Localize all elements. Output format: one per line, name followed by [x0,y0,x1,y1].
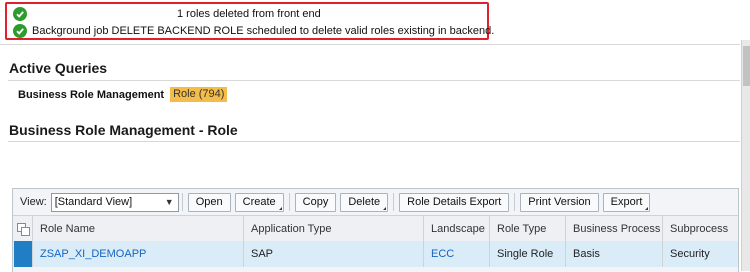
divider [8,141,740,142]
table-toolbar: View: [Standard View] ▼ Open Create Copy… [13,189,738,215]
message-row: 1 roles deleted from front end [7,5,487,22]
view-dropdown[interactable]: [Standard View] ▼ [50,192,179,212]
cell-role-type: Single Role [490,241,566,267]
column-header-landscape[interactable]: Landscape [424,216,490,241]
role-table: View: [Standard View] ▼ Open Create Copy… [12,188,739,272]
open-button[interactable]: Open [187,192,231,212]
export-button[interactable]: Export [602,192,651,212]
chevron-down-icon: ▼ [164,196,174,207]
column-header-subprocess[interactable]: Subprocess [663,216,738,241]
table-title: Business Role Management - Role [9,122,238,138]
success-check-icon [13,6,27,21]
view-label: View: [20,196,47,208]
role-name-link[interactable]: ZSAP_XI_DEMOAPP [40,248,146,260]
scrollbar-thumb[interactable] [743,46,750,86]
table-header: Role Name Application Type Landscape Rol… [13,215,738,242]
column-settings-button[interactable] [13,216,33,241]
message-text: 1 roles deleted from front end [177,7,321,20]
cell-application-type: SAP [244,241,424,267]
role-details-export-button[interactable]: Role Details Export [399,192,510,212]
column-header-business-process[interactable]: Business Process [566,216,663,241]
column-header-application-type[interactable]: Application Type [244,216,424,241]
vertical-scrollbar[interactable] [741,40,750,271]
message-text: Background job DELETE BACKEND ROLE sched… [32,24,495,37]
cell-role-name: ZSAP_XI_DEMOAPP [33,241,244,267]
landscape-link[interactable]: ECC [431,248,454,260]
delete-button[interactable]: Delete [340,192,389,212]
query-category-label: Business Role Management [18,88,165,101]
cell-subprocess: Security [670,248,710,260]
menu-arrow-icon [645,206,649,210]
divider [8,80,740,81]
view-dropdown-value: [Standard View] [54,196,133,208]
menu-arrow-icon [278,206,282,210]
print-version-button[interactable]: Print Version [520,192,599,212]
delete-button-label: Delete [348,196,381,208]
divider [0,44,740,45]
column-header-role-type[interactable]: Role Type [490,216,566,241]
message-row: Background job DELETE BACKEND ROLE sched… [7,22,494,39]
table-row[interactable]: ZSAP_XI_DEMOAPP SAP ECC Single Role Basi… [13,241,738,267]
row-selected-marker [13,241,32,267]
copy-button[interactable]: Copy [294,192,337,212]
column-header-role-name[interactable]: Role Name [33,216,244,241]
toolbar-separator [181,193,183,211]
menu-arrow-icon [383,206,387,210]
active-queries-title: Active Queries [9,60,108,76]
success-check-icon [13,23,27,38]
cell-landscape: ECC [424,241,490,267]
active-query: Business Role Management Role (794) [18,87,228,102]
query-role-link[interactable]: Role (794) [170,87,228,102]
toolbar-separator [393,193,395,211]
create-button-label: Create [242,196,276,208]
toolbar-separator [288,193,290,211]
table-settings-icon [16,222,30,236]
toolbar-separator [514,193,516,211]
create-button[interactable]: Create [234,192,284,212]
row-selector[interactable] [13,241,33,267]
message-area: 1 roles deleted from front end Backgroun… [5,2,494,40]
export-button-label: Export [610,196,643,208]
cell-business-process: Basis [566,241,663,267]
